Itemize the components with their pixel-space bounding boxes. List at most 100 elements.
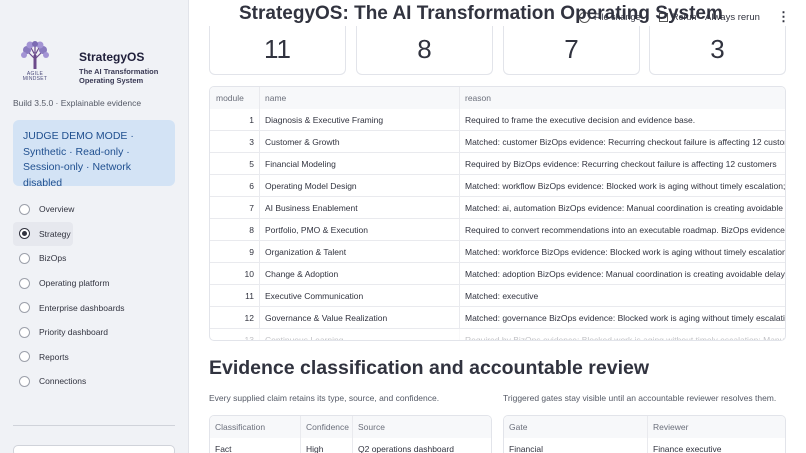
nav-item-operating-platform[interactable]: Operating platform [13, 271, 183, 296]
cell-name: AI Business Enablement [260, 197, 460, 219]
cell-module: 13 [210, 329, 260, 340]
column-header-confidence[interactable]: Confidence [301, 416, 353, 438]
radio-icon [19, 326, 30, 338]
table-row[interactable]: 10 Change & Adoption Matched: adoption B… [210, 263, 785, 285]
metric-card: 7 [503, 26, 640, 75]
nav-item-label: Overview [39, 204, 75, 215]
nav-item-label: BizOps [39, 253, 67, 264]
table-row[interactable]: Financial Finance executive [504, 438, 785, 453]
cell-name: Change & Adoption [260, 263, 460, 285]
table-row[interactable]: 9 Organization & Talent Matched: workfor… [210, 241, 786, 263]
cell-name: Governance & Value Realization [260, 307, 460, 329]
main-menu-icon[interactable]: ⋮ [777, 9, 790, 25]
table-row[interactable]: 1 Diagnosis & Executive Framing Required… [210, 109, 785, 131]
evidence-section-title: Evidence classification and accountable … [209, 357, 650, 379]
claims-table[interactable]: Classification Confidence Source Fact Hi… [209, 415, 492, 453]
nav-item-enterprise-dashboards[interactable]: Enterprise dashboards [13, 295, 183, 320]
cell-module: 1 [210, 109, 260, 131]
module-table[interactable]: module name reason 1 Diagnosis & Executi… [209, 86, 786, 341]
nav-item-label: Priority dashboard [39, 327, 108, 338]
app-name: StrategyOS [79, 50, 145, 64]
metric-value: 7 [564, 34, 579, 64]
sidebar: AGILE MINDSET StrategyOS The AI Transfor… [0, 0, 189, 453]
column-header-reviewer[interactable]: Reviewer [648, 416, 785, 438]
build-version: Build 3.5.0 · Explainable evidence [13, 98, 142, 108]
metric-card: 11 [209, 26, 346, 75]
cell-confidence: High [301, 438, 353, 453]
table-header-row: module name reason [210, 87, 785, 109]
metric-card: 8 [356, 26, 493, 75]
cell-name: Portfolio, PMO & Execution [260, 219, 460, 241]
column-header-gate[interactable]: Gate [504, 416, 648, 438]
column-header-name[interactable]: name [260, 87, 460, 109]
cell-module: 10 [210, 263, 260, 285]
cell-reason: Matched: customer BizOps evidence: Recur… [465, 137, 786, 147]
cell-module: 7 [210, 197, 260, 219]
app-subtitle: The AI Transformation Operating System [79, 67, 159, 85]
cell-name: Diagnosis & Executive Framing [260, 109, 460, 131]
nav-item-bizops[interactable]: BizOps [13, 246, 183, 271]
gates-description: Triggered gates stay visible until an ac… [503, 393, 777, 403]
cell-reason: Required to frame the executive decision… [465, 115, 696, 125]
column-header-classification[interactable]: Classification [210, 416, 301, 438]
gates-table[interactable]: Gate Reviewer Financial Finance executiv… [503, 415, 786, 453]
radio-icon [19, 302, 30, 314]
column-header-reason[interactable]: reason [460, 87, 785, 109]
sidebar-divider [13, 425, 175, 426]
nav-item-label: Connections [39, 376, 87, 387]
cell-name: Operating Model Design [260, 175, 460, 197]
nav-item-priority-dashboard[interactable]: Priority dashboard [13, 320, 183, 345]
table-row[interactable]: 8 Portfolio, PMO & Execution Required to… [210, 219, 786, 241]
cell-module: 5 [210, 153, 260, 175]
cell-reason: Required to convert recommendations into… [465, 225, 786, 235]
cell-reason: Required by BizOps evidence: Blocked wor… [465, 335, 786, 341]
brand: AGILE MINDSET StrategyOS The AI Transfor… [18, 41, 178, 85]
cell-module: 3 [210, 131, 260, 153]
table-row[interactable]: 13 Continuous Learning Required by BizOp… [210, 329, 786, 341]
cell-classification: Fact [210, 438, 301, 453]
table-header-row: Classification Confidence Source [210, 416, 491, 438]
radio-icon [19, 252, 30, 264]
cell-reason: Matched: governance BizOps evidence: Blo… [465, 313, 786, 323]
metric-card: 3 [649, 26, 786, 75]
cell-source: Q2 operations dashboard [358, 444, 454, 453]
demo-mode-notice: JUDGE DEMO MODE · Synthetic · Read-only … [13, 120, 175, 189]
table-header-row: Gate Reviewer [504, 416, 785, 438]
cell-name: Financial Modeling [260, 153, 460, 175]
table-row[interactable]: 5 Financial Modeling Required by BizOps … [210, 153, 785, 175]
radio-icon [19, 375, 30, 387]
cell-reviewer: Finance executive [653, 444, 722, 453]
table-row[interactable]: 3 Customer & Growth Matched: customer Bi… [210, 131, 786, 153]
nav-item-reports[interactable]: Reports [13, 345, 183, 370]
cell-reason: Matched: executive [465, 291, 539, 301]
cell-module: 11 [210, 285, 260, 307]
cell-module: 12 [210, 307, 260, 329]
radio-checked-icon [19, 228, 30, 240]
table-row[interactable]: 12 Governance & Value Realization Matche… [210, 307, 786, 329]
nav-item-label: Reports [39, 351, 69, 362]
cell-module: 6 [210, 175, 260, 197]
logo-caption-mindset: MINDSET [22, 76, 48, 82]
nav-item-connections[interactable]: Connections [13, 369, 183, 394]
metric-value: 8 [417, 34, 432, 64]
radio-icon [19, 351, 30, 363]
nav-item-label: Operating platform [39, 278, 110, 289]
column-header-source[interactable]: Source [353, 416, 491, 438]
table-row[interactable]: 11 Executive Communication Matched: exec… [210, 285, 785, 307]
nav-item-strategy[interactable]: Strategy [13, 221, 73, 247]
tree-logo-icon: AGILE MINDSET [18, 41, 52, 82]
table-row[interactable]: 7 AI Business Enablement Matched: ai, au… [210, 197, 785, 219]
cell-name: Customer & Growth [260, 131, 460, 153]
cell-reason: Matched: workflow BizOps evidence: Block… [465, 181, 786, 191]
radio-icon [19, 203, 30, 215]
cell-reason: Matched: workforce BizOps evidence: Bloc… [465, 247, 786, 257]
cell-gate: Financial [504, 438, 648, 453]
nav-item-overview[interactable]: Overview [13, 197, 183, 222]
sidebar-input[interactable] [13, 445, 175, 453]
claims-description: Every supplied claim retains its type, s… [209, 393, 440, 403]
table-row[interactable]: 6 Operating Model Design Matched: workfl… [210, 175, 786, 197]
column-header-module[interactable]: module [210, 87, 260, 109]
table-row[interactable]: Fact High Q2 operations dashboard [210, 438, 491, 453]
cell-name: Continuous Learning [260, 329, 460, 340]
navigation-radio-group: Overview Strategy BizOps Operating platf… [13, 197, 183, 394]
